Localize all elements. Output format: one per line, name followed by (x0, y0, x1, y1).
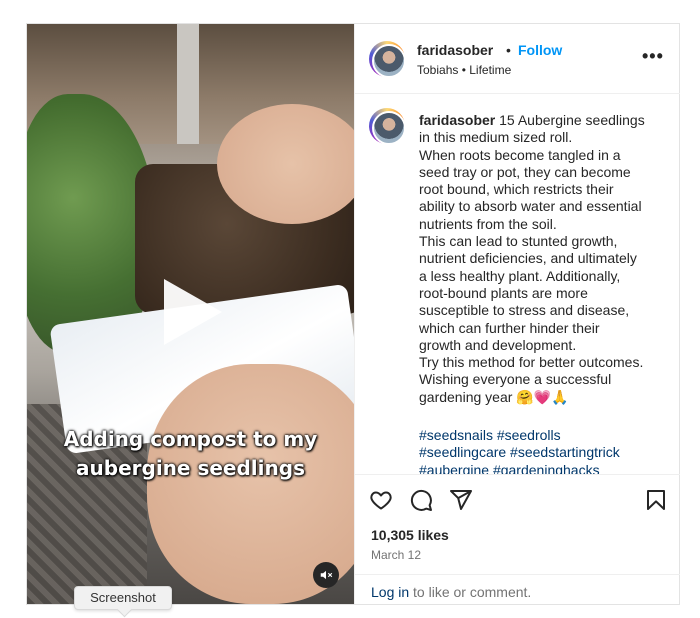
avatar[interactable] (369, 41, 406, 78)
caption-comment: faridasober 15 Aubergine seedlings in th… (355, 94, 680, 474)
caption-line: gardening year 🤗💗🙏 (419, 388, 569, 405)
bookmark-icon[interactable] (644, 488, 668, 512)
more-options-button[interactable]: ••• (642, 46, 664, 67)
caption-line: susceptible to stress and disease, (419, 302, 630, 319)
caption-line: root-bound plants are more (419, 284, 588, 301)
hashtags: #seedsnails #seedrolls #seedlingcare #se… (419, 427, 669, 474)
caption-line: This can lead to stunted growth, (419, 233, 618, 250)
mute-icon (320, 570, 333, 580)
login-prompt: Log in to like or comment. (371, 584, 531, 600)
hashtag-line[interactable]: #seedsnails #seedrolls (419, 427, 669, 444)
caption-line: in this medium sized roll. (419, 129, 573, 146)
video-pole (177, 24, 199, 144)
video-caption-line2: aubergine seedlings (76, 456, 305, 480)
hashtag-line[interactable]: #aubergine #gardeninghacks (419, 462, 669, 474)
heart-icon[interactable] (369, 488, 393, 512)
caption-line: nutrient deficiencies, and ultimately (419, 250, 637, 267)
action-bar: 10,305 likes March 12 Log in to like or … (355, 474, 680, 604)
caption-line: nutrients from the soil. (419, 215, 557, 232)
login-prompt-text: to like or comment. (409, 584, 532, 600)
login-bar: Log in to like or comment. (355, 574, 680, 605)
caption-line: Wishing everyone a successful (419, 371, 612, 388)
follow-button[interactable]: Follow (518, 42, 562, 58)
hashtag-line[interactable]: #seedlingcare #seedstartingtrick (419, 444, 669, 461)
caption-line: root bound, which restricts their (419, 181, 614, 198)
instagram-post: Adding compost to my aubergine seedlings… (26, 23, 680, 605)
screenshot-tooltip: Screenshot (74, 586, 172, 610)
post-date[interactable]: March 12 (371, 548, 421, 562)
caption-line: a less healthy plant. Additionally, (419, 267, 621, 284)
caption-line: Try this method for better outcomes. (419, 354, 644, 371)
like-count[interactable]: 10,305 likes (371, 527, 449, 543)
caption-line: seed tray or pot, they can become (419, 163, 631, 180)
caption-line: 15 Aubergine seedlings (495, 112, 645, 128)
caption-line: When roots become tangled in a (419, 146, 621, 163)
mute-button[interactable] (313, 562, 339, 588)
video-player[interactable]: Adding compost to my aubergine seedlings (27, 24, 354, 604)
post-header: faridasober • Follow Tobiahs • Lifetime … (355, 24, 680, 94)
video-hand-top (217, 104, 354, 224)
header-username[interactable]: faridasober (417, 42, 493, 58)
comment-username[interactable]: faridasober (419, 112, 495, 128)
comment-avatar[interactable] (369, 108, 406, 145)
login-link[interactable]: Log in (371, 584, 409, 600)
share-icon[interactable] (449, 488, 473, 512)
post-side-panel: faridasober • Follow Tobiahs • Lifetime … (354, 24, 680, 604)
caption-line: which can further hinder their (419, 319, 600, 336)
caption-text: faridasober 15 Aubergine seedlings in th… (419, 112, 669, 406)
caption-line: growth and development. (419, 336, 577, 353)
header-subline[interactable]: Tobiahs • Lifetime (417, 63, 511, 77)
comment-icon[interactable] (409, 488, 433, 512)
caption-line: ability to absorb water and essential (419, 198, 642, 215)
header-separator: • (506, 42, 511, 58)
video-caption-line1: Adding compost to my (63, 427, 318, 451)
play-icon[interactable] (164, 279, 222, 345)
